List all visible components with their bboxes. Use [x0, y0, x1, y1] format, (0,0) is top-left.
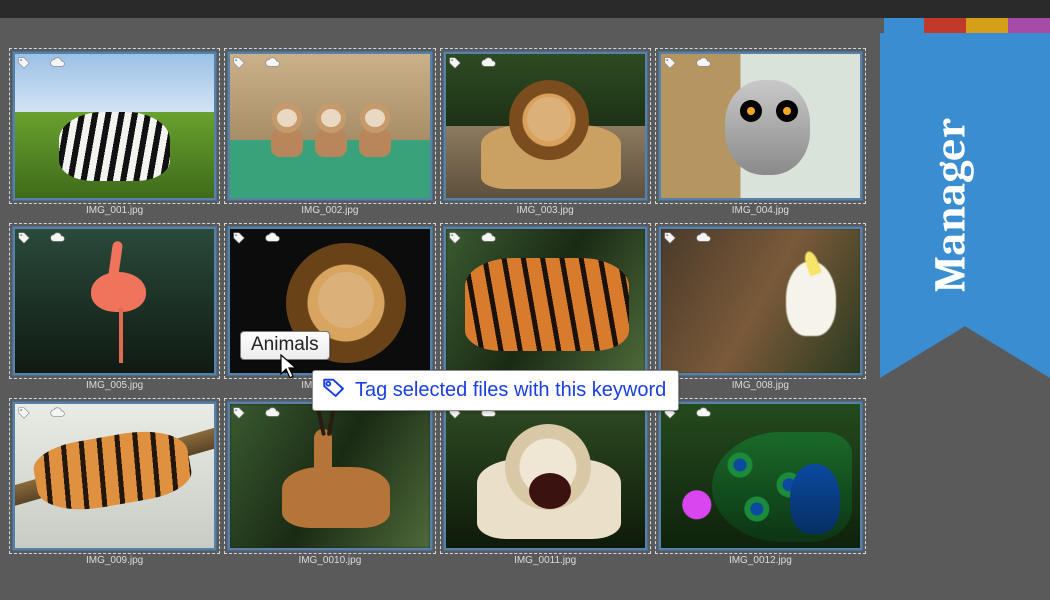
thumbnail-item[interactable]: IMG_002.jpg [227, 51, 432, 218]
tag-icon [231, 230, 247, 246]
thumbnail-filename: IMG_0011.jpg [443, 551, 648, 568]
thumbnail-image [230, 404, 429, 548]
thumbnail-image [446, 404, 645, 548]
thumbnail-item[interactable]: IMG_0010.jpg [227, 401, 432, 568]
cloud-icon [481, 55, 497, 71]
module-ribbon: Manager [880, 33, 1050, 378]
tag-large-icon [321, 376, 347, 404]
cloud-icon [50, 55, 66, 71]
thumbnail-item[interactable]: IMG_008.jpg [658, 226, 863, 393]
module-tab-red[interactable] [924, 18, 966, 33]
drop-action-tooltip-text: Tag selected files with this keyword [355, 379, 666, 402]
thumbnail-image [15, 54, 214, 198]
thumbnail-filename: IMG_002.jpg [227, 201, 432, 218]
cloud-icon [696, 405, 712, 421]
module-tab-purple[interactable] [1008, 18, 1050, 33]
thumbnail-browser[interactable]: IMG_001.jpg IMG_002.jpg [0, 45, 875, 600]
tag-icon [662, 55, 678, 71]
thumbnail-image [446, 229, 645, 373]
dragged-keyword-label: Animals [251, 334, 319, 355]
module-tab-manager[interactable] [884, 18, 924, 33]
cloud-icon [696, 230, 712, 246]
tag-icon [447, 55, 463, 71]
tag-icon [16, 230, 32, 246]
cloud-icon [265, 55, 281, 71]
thumbnail-filename: IMG_005.jpg [12, 376, 217, 393]
tag-icon [16, 405, 32, 421]
thumbnail-filename: IMG_008.jpg [658, 376, 863, 393]
thumbnail-image [15, 404, 214, 548]
thumbnail-filename: IMG_001.jpg [12, 201, 217, 218]
cloud-icon [50, 405, 66, 421]
cloud-icon [50, 230, 66, 246]
thumbnail-filename: IMG_004.jpg [658, 201, 863, 218]
thumbnail-image [661, 54, 860, 198]
thumbnail-item[interactable]: IMG_009.jpg [12, 401, 217, 568]
thumbnail-item[interactable]: IMG_005.jpg [12, 226, 217, 393]
drop-action-tooltip: Tag selected files with this keyword [312, 370, 679, 411]
thumbnail-item[interactable]: IMG_006.jpg [227, 226, 432, 393]
thumbnail-item[interactable]: IMG_0011.jpg [443, 401, 648, 568]
cloud-icon [265, 405, 281, 421]
cursor-arrow-icon [280, 354, 300, 385]
title-bar [0, 0, 1050, 18]
thumbnail-filename: IMG_009.jpg [12, 551, 217, 568]
thumbnail-filename: IMG_0010.jpg [227, 551, 432, 568]
cloud-icon [696, 55, 712, 71]
thumbnail-image [15, 229, 214, 373]
thumbnail-filename: IMG_003.jpg [443, 201, 648, 218]
thumbnail-image [661, 229, 860, 373]
thumbnail-item[interactable]: IMG_0012.jpg [658, 401, 863, 568]
tag-icon [662, 230, 678, 246]
tag-icon [16, 55, 32, 71]
thumbnail-grid: IMG_001.jpg IMG_002.jpg [12, 51, 863, 568]
thumbnail-item[interactable]: IMG_003.jpg [443, 51, 648, 218]
tag-icon [231, 55, 247, 71]
thumbnail-image [230, 54, 429, 198]
thumbnail-item[interactable]: IMG_001.jpg [12, 51, 217, 218]
cloud-icon [481, 230, 497, 246]
thumbnail-item[interactable]: IMG_004.jpg [658, 51, 863, 218]
tag-icon [231, 405, 247, 421]
thumbnail-image [661, 404, 860, 548]
module-ribbon-label: Manager [925, 118, 976, 292]
module-tab-yellow[interactable] [966, 18, 1008, 33]
cloud-icon [265, 230, 281, 246]
tag-icon [447, 230, 463, 246]
thumbnail-item[interactable]: IMG_007.jpg [443, 226, 648, 393]
thumbnail-filename: IMG_0012.jpg [658, 551, 863, 568]
thumbnail-image [446, 54, 645, 198]
